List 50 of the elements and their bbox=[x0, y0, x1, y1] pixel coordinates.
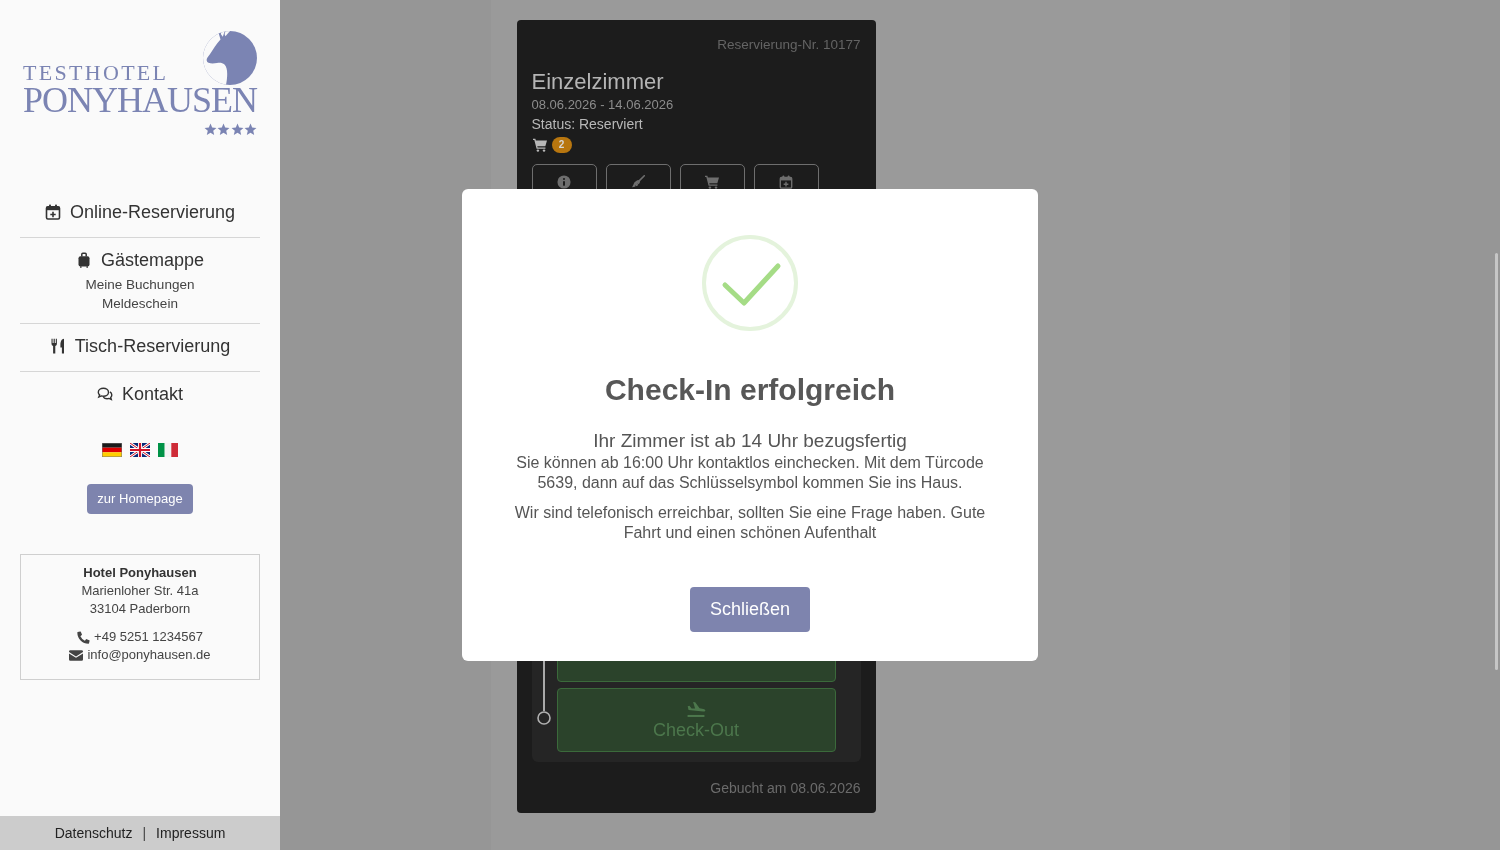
nav-link[interactable]: Tisch-Reservierung bbox=[49, 334, 231, 358]
chat-bubbles-icon bbox=[96, 386, 113, 402]
phone-icon bbox=[77, 630, 91, 644]
nav-link[interactable]: Gästemappe bbox=[75, 248, 205, 272]
logo-text: PONYHAUSEN bbox=[23, 82, 257, 118]
star-icon bbox=[230, 123, 244, 136]
british-flag-icon[interactable] bbox=[130, 443, 150, 457]
close-button[interactable]: Schließen bbox=[689, 587, 810, 632]
cart-count-badge: 2 bbox=[551, 137, 572, 153]
homepage-button[interactable]: zur Homepage bbox=[87, 484, 193, 514]
nav-sublink[interactable]: Meine Buchungen bbox=[85, 275, 195, 294]
envelope-icon bbox=[69, 649, 84, 661]
dialog-text: Wir sind telefonisch erreichbar, sollten Sie eine Frage haben. Gute Fahrt und einen schönen Aufenthalt bbox=[513, 503, 987, 543]
landing-plane-icon bbox=[685, 701, 707, 719]
star-icon bbox=[244, 123, 257, 136]
broom-icon bbox=[631, 175, 645, 189]
room-title: Einzelzimmer bbox=[531, 68, 664, 95]
nav-link[interactable]: Online-Reservierung bbox=[44, 200, 236, 224]
info-icon bbox=[557, 175, 571, 189]
logo-text: TESTHOTEL bbox=[23, 62, 169, 84]
cart-icon bbox=[705, 175, 719, 189]
footer-link[interactable]: Datenschutz bbox=[54, 822, 133, 844]
date-range: 08.06.2026 - 14.06.2026 bbox=[531, 96, 674, 114]
dialog-text: Sie können ab 16:00 Uhr kontaktlos einchecken. Mit dem Türcode 5639, dann auf das Schlüsselsymbol kommen Sie ins Haus. bbox=[515, 453, 985, 493]
success-check-icon bbox=[700, 233, 800, 333]
dialog-title: Check-In erfolgreich bbox=[603, 372, 897, 408]
fork-knife-icon bbox=[49, 338, 66, 354]
italian-flag-icon[interactable] bbox=[158, 443, 178, 457]
city-text: 33104 Paderborn bbox=[89, 600, 191, 618]
star-icon bbox=[217, 123, 230, 136]
german-flag-icon[interactable] bbox=[102, 443, 122, 457]
footer-separator: | bbox=[142, 823, 147, 843]
nav-link[interactable]: Kontakt bbox=[96, 382, 183, 406]
scrollbar-thumb[interactable] bbox=[1495, 253, 1498, 670]
nav-sublink[interactable]: Meldeschein bbox=[102, 294, 178, 313]
reservation-number: Reservierung-Nr. 10177 bbox=[717, 36, 861, 54]
cart-icon bbox=[531, 138, 548, 152]
booking-date: Gebucht am 08.06.2026 bbox=[710, 779, 861, 798]
phone-number: +49 5251 1234567 bbox=[94, 628, 203, 646]
email-address: info@ponyhausen.de bbox=[87, 646, 211, 664]
status-text: Status: Reserviert bbox=[531, 115, 643, 134]
street-text: Marienloher Str. 41a bbox=[81, 582, 199, 600]
calendar-plus-icon bbox=[44, 204, 61, 220]
calendar-plus-icon bbox=[779, 175, 793, 189]
timeline-circle-icon bbox=[537, 711, 551, 725]
footer-link[interactable]: Impressum bbox=[156, 822, 226, 844]
star-icon bbox=[203, 123, 217, 136]
horse-head-logo-icon bbox=[203, 31, 257, 85]
dialog-subtitle: Ihr Zimmer ist ab 14 Uhr bezugsfertig bbox=[592, 429, 908, 453]
hotel-name: Hotel Ponyhausen bbox=[83, 564, 197, 582]
